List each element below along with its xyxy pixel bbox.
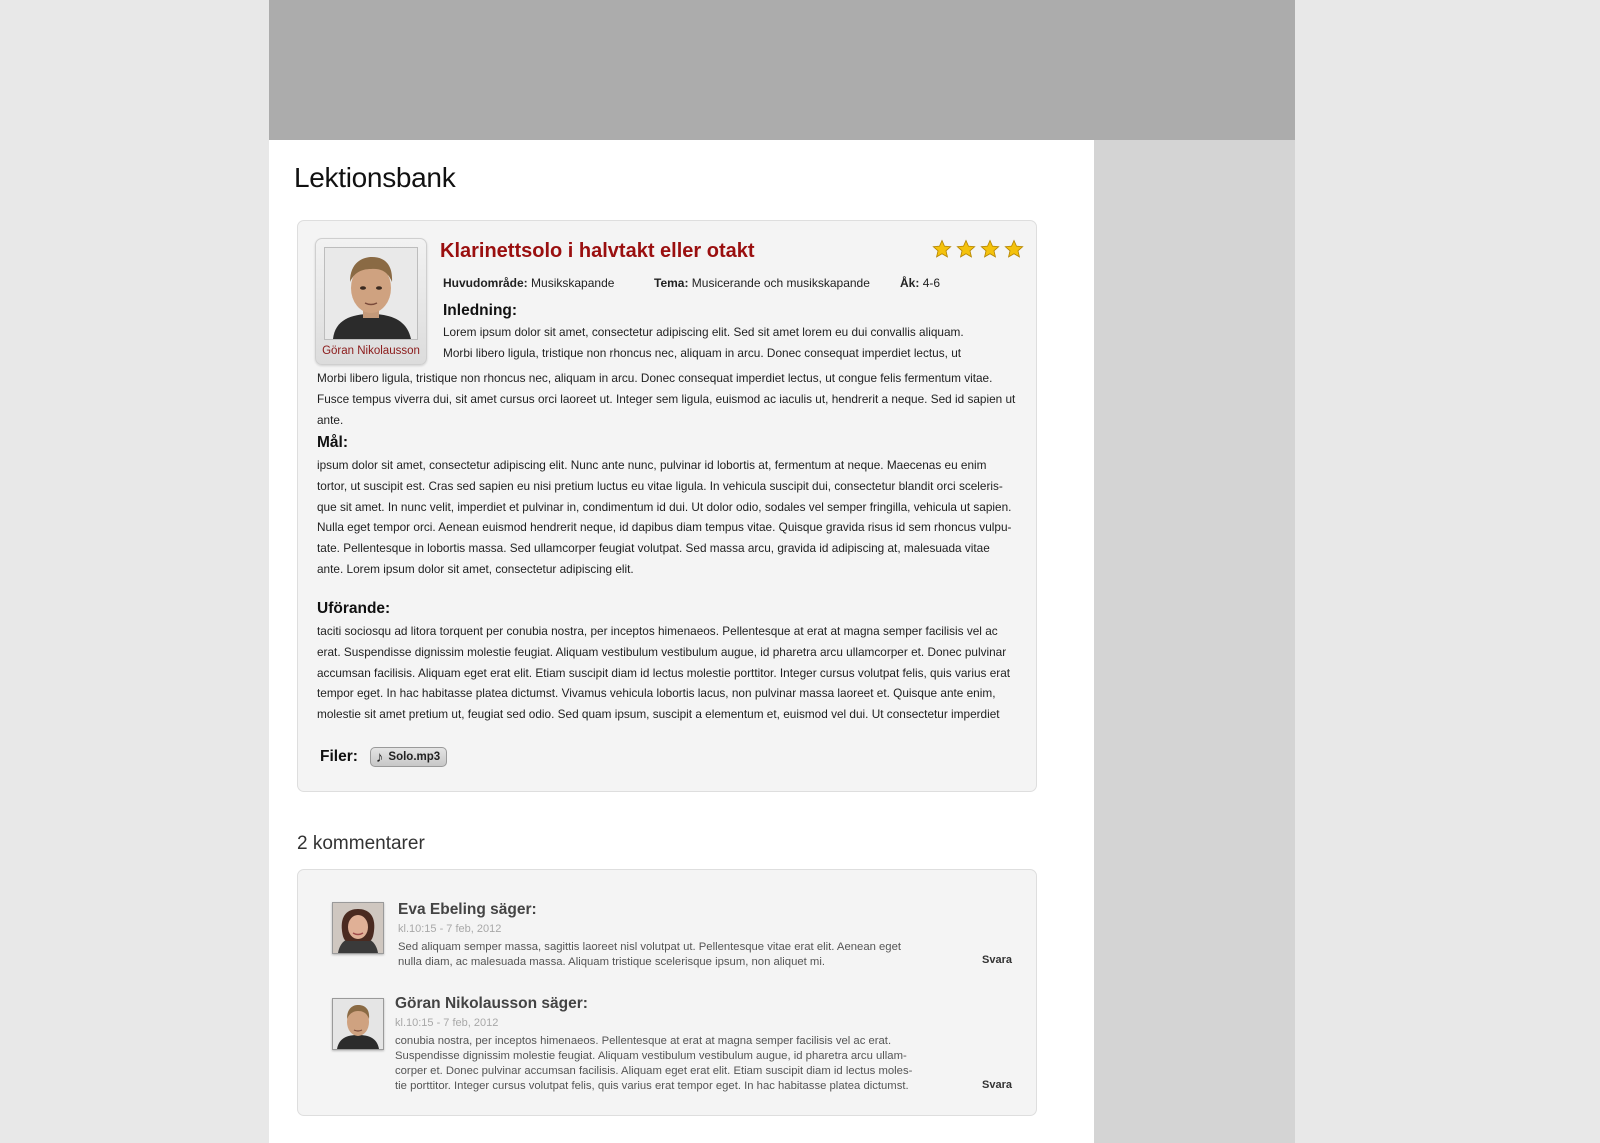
section-heading-mal: Mål: xyxy=(317,434,348,451)
section-line: ante. Lorem ipsum dolor sit amet, consec… xyxy=(317,562,634,576)
comment-text-line: Suspendisse dignissim molestie feugiat. … xyxy=(395,1050,907,1062)
section-line: Morbi libero ligula, tristique non rhonc… xyxy=(317,371,993,385)
commenter-portrait-icon xyxy=(333,999,383,1049)
section-line: tate. Pellentesque in lobortis massa. Se… xyxy=(317,541,990,555)
star-rating[interactable] xyxy=(932,239,1024,259)
comment-text-line: nulla diam, ac malesuada massa. Aliquam … xyxy=(398,956,825,968)
meta-huvudomrade: Huvudområde: Musikskapande xyxy=(443,276,614,290)
meta-label: Huvudområde: xyxy=(443,276,528,290)
reply-button[interactable]: Svara xyxy=(982,1079,1012,1091)
author-portrait-icon xyxy=(325,248,417,339)
section-line: ipsum dolor sit amet, consectetur adipis… xyxy=(317,458,987,472)
section-heading-inledning: Inledning: xyxy=(443,302,518,319)
files-row: Filer: ♪ Solo.mp3 xyxy=(320,747,448,767)
meta-label: Tema: xyxy=(654,276,689,290)
meta-label: Åk: xyxy=(900,276,920,290)
star-icon[interactable] xyxy=(956,239,976,259)
section-line: Nulla eget tempor orci. Aenean euismod h… xyxy=(317,520,1012,534)
star-icon[interactable] xyxy=(932,239,952,259)
music-note-icon: ♪ xyxy=(375,748,384,766)
header-banner xyxy=(269,0,1295,140)
comment-text-line: tie porttitor. Integer cursus volutpat f… xyxy=(395,1080,909,1092)
comment-author: Göran Nikolausson säger: xyxy=(395,995,588,1012)
comment-text-line: Sed aliquam semper massa, sagittis laore… xyxy=(398,941,902,953)
section-line: tortor, ut suscipit est. Cras sed sapien… xyxy=(317,479,1003,493)
main-content: Lektionsbank Göran Nikolausson Klarinett… xyxy=(269,140,1094,1143)
file-name: Solo.mp3 xyxy=(388,751,441,763)
section-line: taciti sociosqu ad litora torquent per c… xyxy=(317,624,998,638)
meta-value: 4-6 xyxy=(922,276,941,290)
comment-date: kl.10:15 - 7 feb, 2012 xyxy=(395,1017,499,1029)
meta-arskurs: Åk: 4-6 xyxy=(900,276,940,290)
section-line: tempor eget. In hac habitasse platea dic… xyxy=(317,686,996,700)
avatar[interactable] xyxy=(332,998,384,1050)
section-line: Lorem ipsum dolor sit amet, consectetur … xyxy=(443,325,964,339)
section-line: Morbi libero ligula, tristique non rhonc… xyxy=(443,346,962,360)
lesson-title: Klarinettsolo i halvtakt eller otakt xyxy=(440,240,755,262)
meta-value: Musikskapande xyxy=(531,276,615,290)
sidebar xyxy=(1094,140,1295,1143)
star-icon[interactable] xyxy=(980,239,1000,259)
section-line: molestie sit amet pretium ut, feugiat se… xyxy=(317,707,1000,721)
page-title: Lektionsbank xyxy=(294,162,456,193)
author-card[interactable]: Göran Nikolausson xyxy=(315,238,427,365)
comment-date: kl.10:15 - 7 feb, 2012 xyxy=(398,923,502,935)
page-frame: Lektionsbank Göran Nikolausson Klarinett… xyxy=(269,0,1295,1143)
files-label: Filer: xyxy=(320,748,358,765)
author-name[interactable]: Göran Nikolausson xyxy=(316,345,426,357)
comments-count-heading: 2 kommentarer xyxy=(297,833,425,854)
lesson-card: Göran Nikolausson Klarinettsolo i halvta… xyxy=(297,220,1037,792)
avatar[interactable] xyxy=(332,902,384,954)
star-icon[interactable] xyxy=(1004,239,1024,259)
reply-button[interactable]: Svara xyxy=(982,954,1012,966)
comment-author: Eva Ebeling säger: xyxy=(398,901,537,918)
section-line: que sit amet. In nunc velit, imperdiet e… xyxy=(317,500,1012,514)
section-line: ante. xyxy=(317,413,344,427)
comments-list: Eva Ebeling säger: kl.10:15 - 7 feb, 201… xyxy=(297,869,1037,1116)
author-photo xyxy=(324,247,418,340)
comment-text-line: corper et. Donec pulvinar accumsan facil… xyxy=(395,1065,913,1077)
section-line: accumsan facilisis. Aliquam eget erat el… xyxy=(317,666,1011,680)
file-download-button[interactable]: ♪ Solo.mp3 xyxy=(369,747,448,767)
section-line: erat. Suspendisse dignissim molestie feu… xyxy=(317,645,1007,659)
meta-tema: Tema: Musicerande och musikskapande xyxy=(654,276,870,290)
commenter-portrait-icon xyxy=(333,903,383,953)
section-line: Fusce tempus viverra dui, sit amet cursu… xyxy=(317,392,1016,406)
meta-value: Musicerande och musikskapande xyxy=(691,276,870,290)
comment-text-line: conubia nostra, per inceptos himenaeos. … xyxy=(395,1035,892,1047)
section-heading-utforande: Uförande: xyxy=(317,600,391,617)
